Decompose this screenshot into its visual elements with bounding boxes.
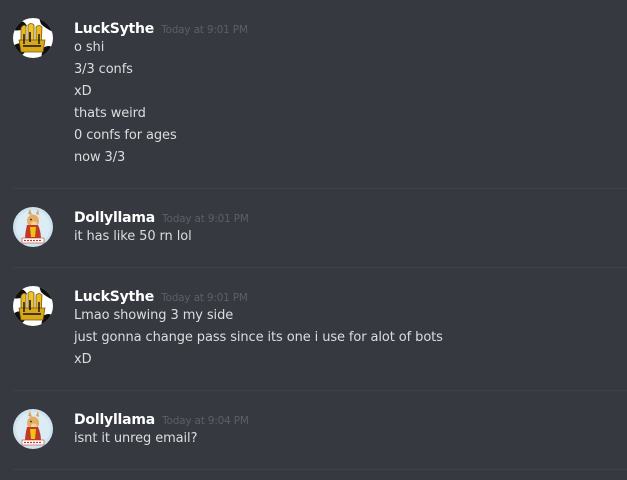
message-divider <box>13 267 627 268</box>
message-text: now 3/3 <box>74 150 126 165</box>
message-text: 3/3 confs <box>74 62 133 77</box>
message-text: thats weird <box>74 106 146 121</box>
user-avatar[interactable] <box>13 409 53 449</box>
message-divider <box>13 469 627 470</box>
message-lines: o shi 3/3 confs xD thats weird 0 confs f… <box>74 37 177 169</box>
llama-portrait-avatar-icon <box>13 409 53 449</box>
message-divider <box>13 390 627 391</box>
message-text: o shi <box>74 40 105 55</box>
message-divider <box>13 188 627 189</box>
message-lines: isnt it unreg email? <box>74 428 197 450</box>
message-text: just gonna change pass since its one i u… <box>74 330 443 345</box>
user-avatar[interactable] <box>13 207 53 247</box>
user-avatar[interactable] <box>13 18 53 58</box>
user-avatar[interactable] <box>13 286 53 326</box>
yellow-black-pattern-avatar-icon <box>13 286 53 326</box>
chat-messages-pane[interactable]: LuckSythe Today at 9:01 PM o shi 3/3 con… <box>0 0 627 480</box>
message-lines: it has like 50 rn lol <box>74 226 192 248</box>
yellow-black-pattern-avatar-icon <box>13 18 53 58</box>
message-text: it has like 50 rn lol <box>74 229 192 244</box>
llama-portrait-avatar-icon <box>13 207 53 247</box>
message-text: xD <box>74 84 92 99</box>
message-lines: Lmao showing 3 my side just gonna change… <box>74 305 443 371</box>
message-text: 0 confs for ages <box>74 128 177 143</box>
message-text: xD <box>74 352 92 367</box>
message-text: isnt it unreg email? <box>74 431 198 446</box>
message-text: Lmao showing 3 my side <box>74 308 234 323</box>
